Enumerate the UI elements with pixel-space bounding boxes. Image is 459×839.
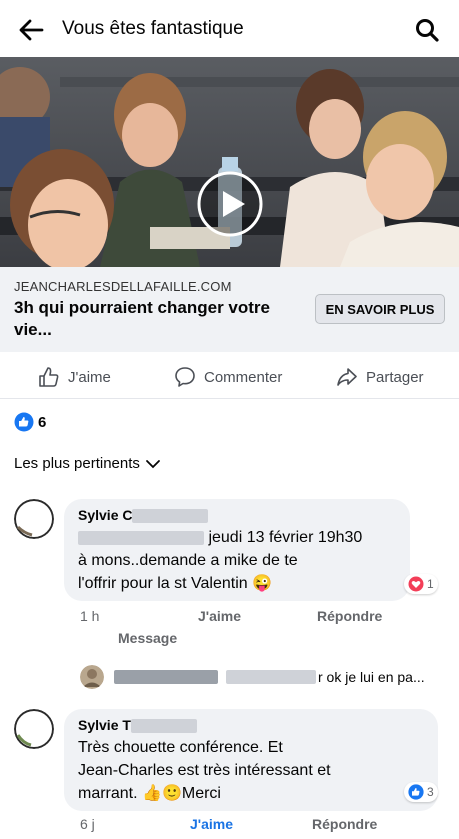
avatar xyxy=(80,665,104,689)
comment-like-button[interactable]: J'aime xyxy=(198,608,241,624)
comment-author[interactable]: Sylvie T xyxy=(78,717,197,734)
learn-more-button[interactable]: EN SAVOIR PLUS xyxy=(315,294,445,324)
video-thumbnail[interactable] xyxy=(0,57,459,267)
comment-reaction-badge[interactable]: 1 xyxy=(404,574,438,594)
comment-text-line: jeudi 13 février 19h30 xyxy=(78,527,362,549)
comment-text-line: l'offrir pour la st Valentin 😜 xyxy=(78,575,273,592)
comment-time[interactable]: 1 h xyxy=(80,608,99,624)
redacted-text xyxy=(130,719,197,734)
comment-label: Commenter xyxy=(204,368,283,386)
play-icon[interactable] xyxy=(196,170,264,238)
reaction-count: 6 xyxy=(38,413,47,431)
top-bar: Vous êtes fantastique xyxy=(0,0,459,60)
comment-icon xyxy=(175,367,195,387)
reaction-summary[interactable]: 6 xyxy=(14,412,46,432)
comment-sort-dropdown[interactable]: Les plus pertinents xyxy=(14,455,161,472)
comment-reaction-badge[interactable]: 3 xyxy=(404,782,438,802)
reply-text: r ok je lui en pa... xyxy=(318,669,425,685)
comment-reply-button[interactable]: Répondre xyxy=(312,816,377,832)
heart-icon xyxy=(408,576,424,592)
redacted-text xyxy=(114,670,218,684)
author-name: Sylvie T xyxy=(78,717,131,733)
reply-preview[interactable]: r ok je lui en pa... xyxy=(80,664,450,690)
comment-text-line: à mons..demande a mike de te xyxy=(78,552,298,569)
comment-author[interactable]: Sylvie C xyxy=(78,507,209,524)
redacted-text xyxy=(78,530,204,545)
comment-time[interactable]: 6 j xyxy=(80,816,95,832)
author-name: Sylvie C xyxy=(78,507,133,523)
comment-text-line: marrant. 👍🙂Merci xyxy=(78,785,221,802)
comment-like-button[interactable]: J'aime xyxy=(190,816,233,832)
back-arrow-icon[interactable] xyxy=(18,18,44,42)
comment-reply-button[interactable]: Répondre xyxy=(317,608,382,624)
reaction-count: 1 xyxy=(427,577,434,591)
page-title: Vous êtes fantastique xyxy=(62,18,244,39)
search-icon[interactable] xyxy=(414,17,440,43)
link-headline: 3h qui pourraient changer votre vie... xyxy=(14,297,304,341)
share-icon xyxy=(337,368,357,386)
comment-text-line: Jean-Charles est très intéressant et xyxy=(78,762,331,779)
redacted-text xyxy=(132,509,209,524)
comment-button[interactable]: Commenter xyxy=(174,365,282,389)
link-preview[interactable]: JEANCHARLESDELLAFAILLE.COM 3h qui pourra… xyxy=(0,267,459,352)
avatar[interactable] xyxy=(14,499,54,539)
comment-message-button[interactable]: Message xyxy=(118,630,177,646)
like-label: J'aime xyxy=(68,368,111,386)
text-span: jeudi 13 février 19h30 xyxy=(204,529,363,546)
avatar[interactable] xyxy=(14,709,54,749)
chevron-down-icon xyxy=(146,459,160,468)
like-reaction-icon xyxy=(14,412,34,432)
sort-label: Les plus pertinents xyxy=(14,455,140,472)
redacted-text xyxy=(226,670,316,684)
comment-bubble: Sylvie C jeudi 13 février 19h30 à mons..… xyxy=(64,499,410,601)
like-icon xyxy=(39,367,59,387)
share-label: Partager xyxy=(366,368,424,386)
headline-line-2: vie... xyxy=(14,320,52,339)
link-domain: JEANCHARLESDELLAFAILLE.COM xyxy=(14,279,232,294)
comment-bubble: Sylvie T Très chouette conférence. Et Je… xyxy=(64,709,438,811)
headline-line-1: 3h qui pourraient changer votre xyxy=(14,298,270,317)
share-button[interactable]: Partager xyxy=(336,365,424,389)
post-actions: J'aime Commenter Partager xyxy=(0,353,459,399)
like-button[interactable]: J'aime xyxy=(38,365,111,389)
comment-text-line: Très chouette conférence. Et xyxy=(78,739,283,756)
like-reaction-icon xyxy=(408,784,424,800)
reaction-count: 3 xyxy=(427,785,434,799)
divider xyxy=(0,398,459,399)
